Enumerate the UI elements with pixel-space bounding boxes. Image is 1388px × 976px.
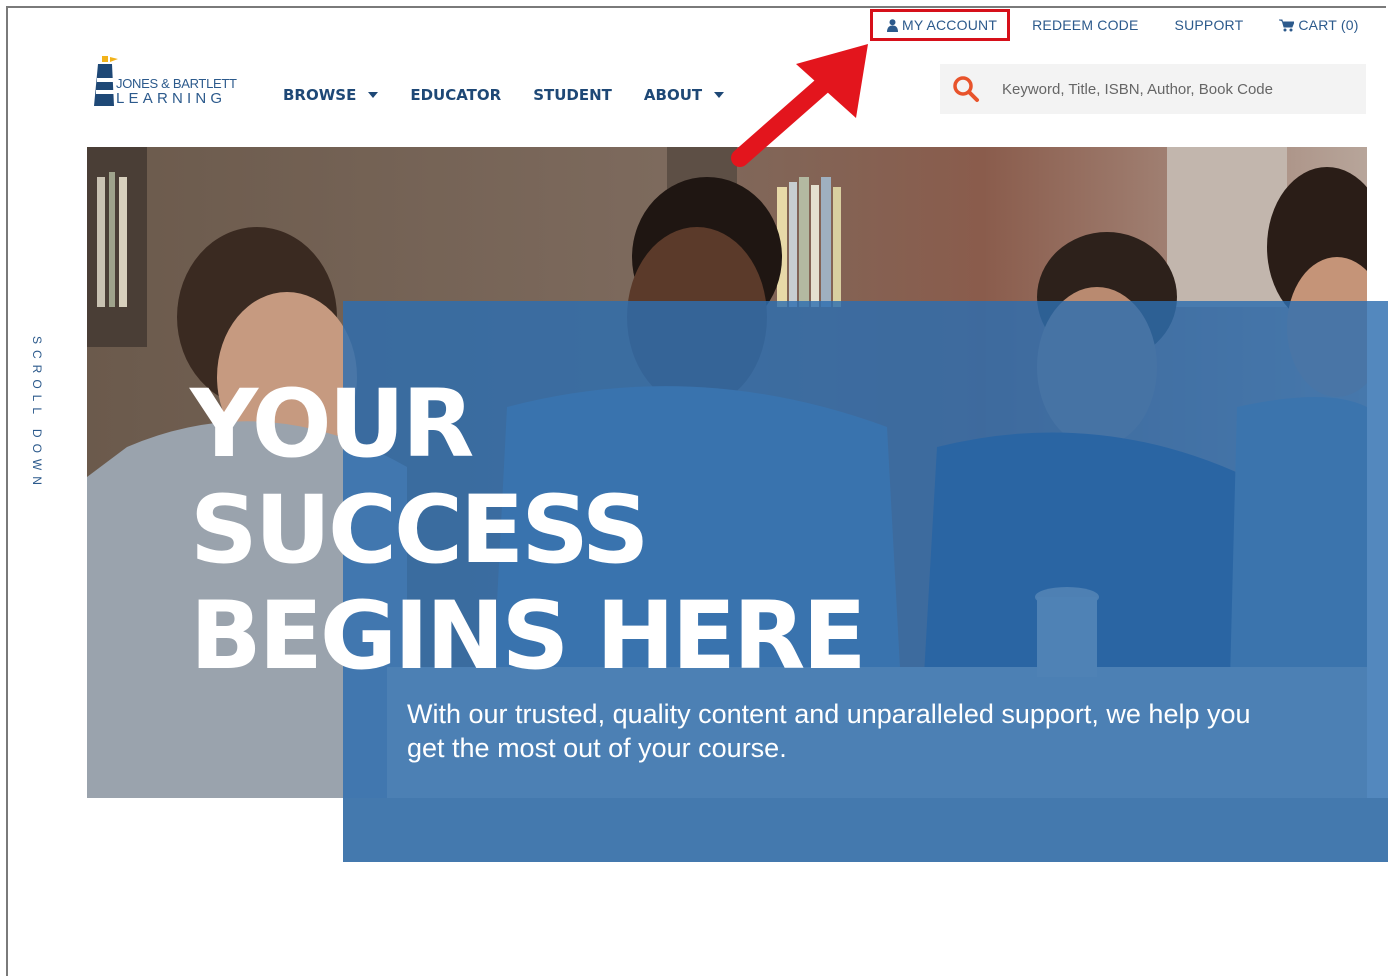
hero-subhead: With our trusted, quality content and un… bbox=[407, 699, 1251, 763]
search-icon[interactable] bbox=[952, 75, 980, 103]
my-account-link[interactable]: MY ACCOUNT bbox=[870, 9, 1011, 41]
annotation-arrow-icon bbox=[731, 44, 868, 167]
redeem-code-label: REDEEM CODE bbox=[1032, 17, 1139, 33]
support-link[interactable]: SUPPORT bbox=[1175, 17, 1244, 33]
search-input[interactable] bbox=[1000, 79, 1344, 99]
nav-about-label: ABOUT bbox=[643, 86, 703, 104]
nav-browse-label: BROWSE bbox=[283, 86, 357, 104]
support-label: SUPPORT bbox=[1174, 17, 1244, 33]
utility-nav: MY ACCOUNT REDEEM CODE SUPPORT CART (0) bbox=[870, 9, 1359, 41]
caret-down-icon bbox=[368, 92, 379, 98]
logo-text-top: JONES & BARTLETT bbox=[116, 76, 237, 91]
caret-down-icon bbox=[714, 92, 725, 98]
hero-headline-line3: BEGINS HERE bbox=[190, 582, 867, 691]
my-account-label: MY ACCOUNT bbox=[902, 17, 998, 33]
nav-student[interactable]: STUDENT bbox=[533, 86, 612, 104]
hero-headline-line1: YOUR bbox=[190, 370, 474, 479]
user-icon bbox=[887, 18, 898, 32]
cart-label: CART (0) bbox=[1298, 17, 1359, 33]
scroll-down-label[interactable]: SCROLL DOWN bbox=[30, 336, 44, 491]
nav-educator-label: EDUCATOR bbox=[410, 86, 502, 104]
hero-headline: YOUR SUCCESS BEGINS HERE bbox=[190, 370, 867, 691]
cart-link[interactable]: CART (0) bbox=[1279, 17, 1358, 33]
hero-overlay-panel-lower bbox=[343, 798, 1388, 862]
cart-icon bbox=[1279, 19, 1295, 32]
nav-student-label: STUDENT bbox=[533, 86, 612, 104]
jones-bartlett-logo[interactable]: JONES & BARTLETT LEARNING bbox=[92, 56, 242, 108]
logo-text-bottom: LEARNING bbox=[116, 90, 227, 107]
main-nav: BROWSE EDUCATOR STUDENT ABOUT bbox=[283, 86, 725, 104]
lighthouse-icon bbox=[94, 56, 118, 106]
search-bar bbox=[940, 64, 1366, 114]
redeem-code-link[interactable]: REDEEM CODE bbox=[1032, 17, 1138, 33]
nav-browse[interactable]: BROWSE bbox=[283, 86, 379, 104]
hero-headline-line2: SUCCESS bbox=[190, 476, 649, 585]
nav-educator[interactable]: EDUCATOR bbox=[410, 86, 501, 104]
nav-about[interactable]: ABOUT bbox=[643, 86, 725, 104]
